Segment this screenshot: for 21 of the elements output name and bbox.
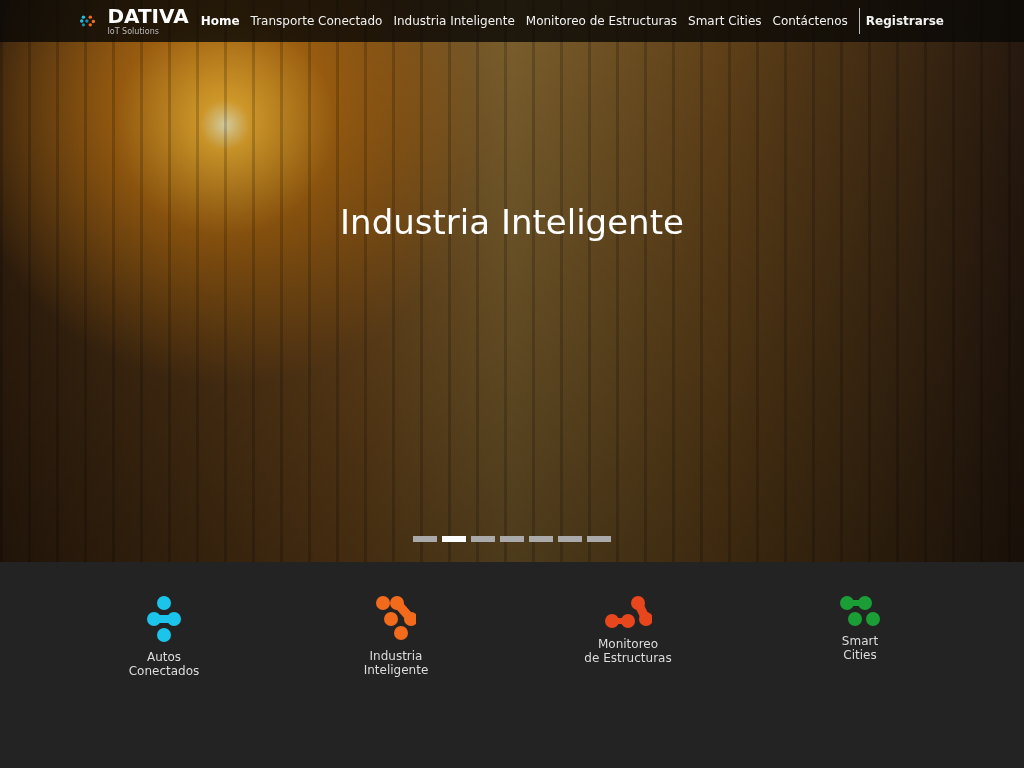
slide-indicator[interactable] <box>500 536 524 542</box>
slide-indicator[interactable] <box>413 536 437 542</box>
nav-link[interactable]: Contáctenos <box>772 14 848 28</box>
nav-link[interactable]: Monitoreo de Estructuras <box>525 14 678 28</box>
feature-label: Industria Inteligente <box>363 649 429 677</box>
slide-indicator[interactable] <box>558 536 582 542</box>
feature-label: Autos Conectados <box>128 650 200 678</box>
nav-link[interactable]: Industria Inteligente <box>393 14 515 28</box>
feature-label: Monitoreo de Estructuras <box>584 637 672 665</box>
slide-indicator[interactable] <box>587 536 611 542</box>
nav-link[interactable]: Home <box>200 14 240 28</box>
nav-link[interactable]: Smart Cities <box>688 14 762 28</box>
feature-label: Smart Cities <box>841 634 879 662</box>
slide-indicator[interactable] <box>471 536 495 542</box>
slide-indicator[interactable] <box>442 536 466 542</box>
slide-indicator[interactable] <box>529 536 553 542</box>
logo-tagline: IoT Solutions <box>107 28 160 36</box>
logo-name: DATIVA <box>107 6 189 26</box>
hero-title: Industria Inteligente <box>340 202 684 242</box>
nav-link[interactable]: Transporte Conectado <box>250 14 383 28</box>
register-link[interactable]: Registrarse <box>858 8 944 34</box>
